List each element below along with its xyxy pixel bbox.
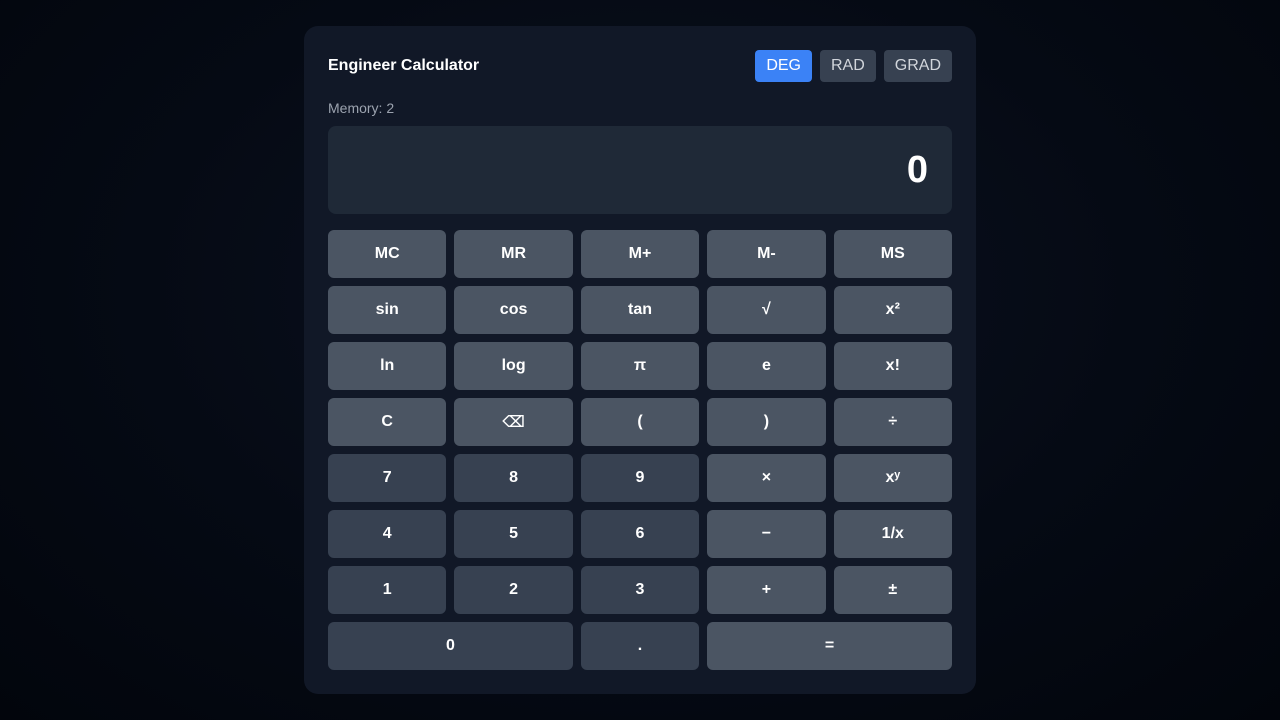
reciprocal-button[interactable]: 1/x [833,510,952,558]
angle-mode-group: DEG RAD GRAD [755,50,952,82]
calculator-title: Engineer Calculator [328,57,480,74]
pi-button[interactable]: π [580,342,700,390]
mode-grad-button[interactable]: GRAD [883,50,952,82]
memory-recall-button[interactable]: MR [454,230,573,278]
factorial-button[interactable]: x! [833,342,952,390]
cos-button[interactable]: cos [454,286,573,334]
square-button[interactable]: x² [833,286,952,334]
digit-7-button[interactable]: 7 [328,454,447,502]
digit-8-button[interactable]: 8 [454,454,573,502]
display-value: 0 [906,148,928,191]
digit-2-button[interactable]: 2 [454,566,573,614]
tan-button[interactable]: tan [580,286,700,334]
plus-button[interactable]: + [707,566,826,614]
keypad: MC MR M+ M- MS sin cos tan √ x² ln log π… [328,230,952,670]
multiply-button[interactable]: × [707,454,826,502]
backspace-button[interactable]: ⌫ [454,398,573,446]
right-paren-button[interactable]: ) [707,398,826,446]
digit-4-button[interactable]: 4 [328,510,447,558]
decimal-button[interactable]: . [580,622,700,670]
digit-5-button[interactable]: 5 [454,510,573,558]
equals-button[interactable]: = [707,622,952,670]
calculator-header: Engineer Calculator DEG RAD GRAD [328,50,952,82]
memory-clear-button[interactable]: MC [328,230,447,278]
power-button[interactable]: xʸ [833,454,952,502]
negate-button[interactable]: ± [833,566,952,614]
mode-deg-button[interactable]: DEG [755,50,812,82]
memory-add-button[interactable]: M+ [580,230,700,278]
clear-button[interactable]: C [328,398,447,446]
memory-indicator: Memory: 2 [328,100,395,116]
digit-0-button[interactable]: 0 [328,622,573,670]
ln-button[interactable]: ln [328,342,447,390]
euler-button[interactable]: e [707,342,826,390]
digit-9-button[interactable]: 9 [580,454,700,502]
minus-button[interactable]: − [707,510,826,558]
square-root-button[interactable]: √ [707,286,826,334]
left-paren-button[interactable]: ( [580,398,700,446]
digit-1-button[interactable]: 1 [328,566,447,614]
calculator-panel: Engineer Calculator DEG RAD GRAD Memory:… [304,26,976,694]
memory-subtract-button[interactable]: M- [707,230,826,278]
digit-6-button[interactable]: 6 [580,510,700,558]
mode-rad-button[interactable]: RAD [819,50,876,82]
digit-3-button[interactable]: 3 [580,566,700,614]
log-button[interactable]: log [454,342,573,390]
divide-button[interactable]: ÷ [833,398,952,446]
memory-store-button[interactable]: MS [833,230,952,278]
calculator-display: 0 [328,126,952,214]
sin-button[interactable]: sin [328,286,447,334]
